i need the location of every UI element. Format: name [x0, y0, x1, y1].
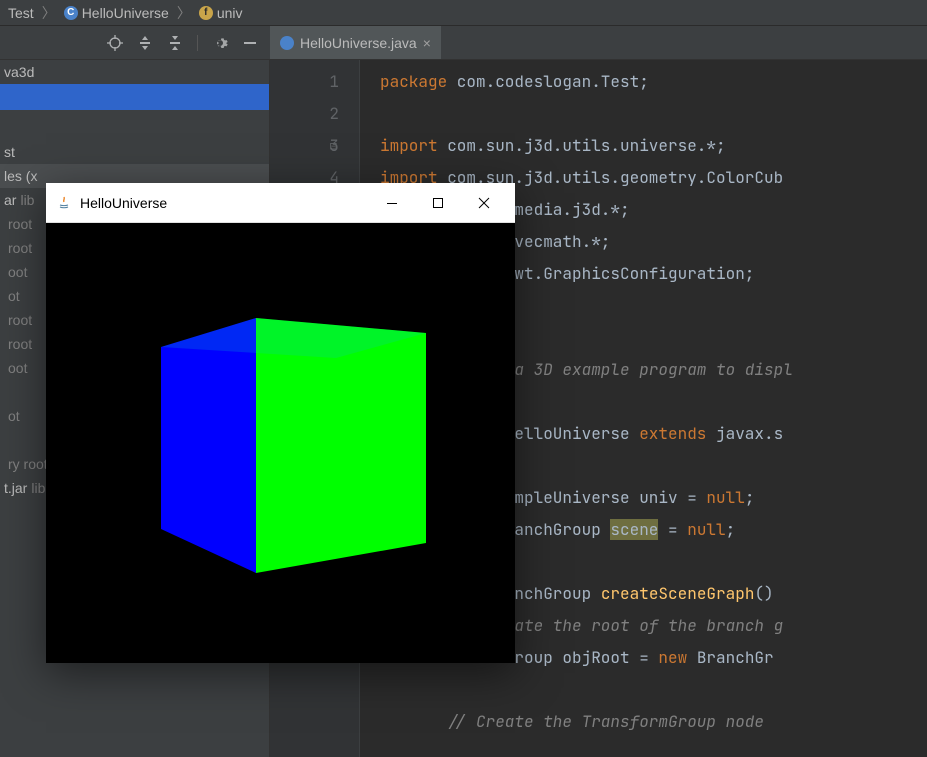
project-toolbar	[0, 35, 270, 51]
java-app-icon	[56, 195, 72, 211]
hide-icon[interactable]	[242, 35, 258, 51]
titlebar[interactable]: HelloUniverse	[46, 183, 515, 223]
java-app-window[interactable]: HelloUniverse	[46, 183, 515, 663]
breadcrumb-label: HelloUniverse	[82, 5, 169, 21]
sidebar-item-selected[interactable]	[0, 84, 269, 110]
sidebar-item[interactable]: va3d	[0, 60, 269, 84]
editor-tab[interactable]: HelloUniverse.java ×	[270, 26, 442, 59]
window-title: HelloUniverse	[80, 195, 369, 211]
sidebar-item[interactable]: st	[0, 140, 269, 164]
breadcrumb-item[interactable]: Test	[8, 5, 34, 21]
cube-face-blue	[161, 318, 256, 573]
breadcrumb-item[interactable]: f univ	[199, 5, 243, 21]
java-file-icon	[280, 36, 294, 50]
fold-icon[interactable]: ⊟	[330, 130, 337, 162]
field-icon: f	[199, 6, 213, 20]
breadcrumb-item[interactable]: C HelloUniverse	[64, 5, 169, 21]
chevron-right-icon: 〉	[173, 3, 195, 23]
minimize-button[interactable]	[369, 183, 415, 223]
maximize-button[interactable]	[415, 183, 461, 223]
close-button[interactable]	[461, 183, 507, 223]
java3d-canvas	[46, 223, 515, 663]
breadcrumb-label: Test	[8, 5, 34, 21]
chevron-right-icon: 〉	[38, 3, 60, 23]
class-icon: C	[64, 6, 78, 20]
sidebar-label: va3d	[4, 64, 34, 80]
breadcrumb: Test 〉 C HelloUniverse 〉 f univ	[0, 0, 927, 26]
locate-icon[interactable]	[107, 35, 123, 51]
editor-tabs: HelloUniverse.java ×	[270, 26, 442, 59]
close-tab-icon[interactable]: ×	[423, 35, 431, 51]
toolbar-row: HelloUniverse.java ×	[0, 26, 927, 60]
tab-filename: HelloUniverse.java	[300, 35, 417, 51]
expand-all-icon[interactable]	[137, 35, 153, 51]
gear-icon[interactable]	[212, 35, 228, 51]
divider	[197, 35, 198, 51]
breadcrumb-label: univ	[217, 5, 243, 21]
collapse-all-icon[interactable]	[167, 35, 183, 51]
